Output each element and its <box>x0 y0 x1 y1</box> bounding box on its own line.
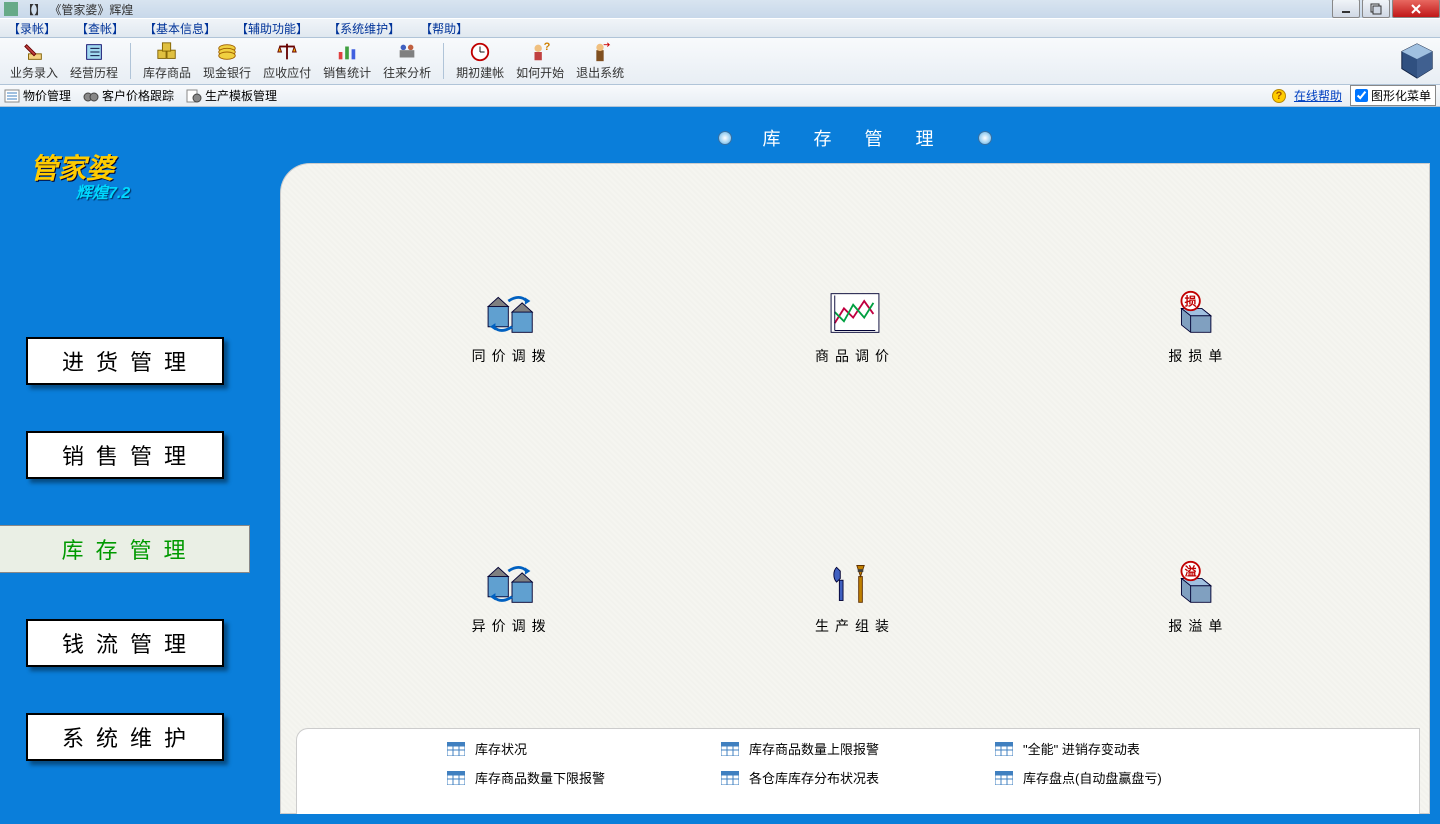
content-panel: 同价调拨 商品调价 损 报损单 异价调拨 生产组装 <box>280 163 1430 814</box>
menu-bar: 【录帐】 【查帐】 【基本信息】 【辅助功能】 【系统维护】 【帮助】 <box>0 18 1440 38</box>
menu-aux[interactable]: 【辅助功能】 <box>236 20 308 37</box>
tb-inventory[interactable]: 库存商品 <box>137 39 197 83</box>
gear-doc-icon <box>186 89 202 103</box>
brand-area: 管家婆 辉煌7.2 <box>0 107 250 187</box>
exit-icon <box>589 41 611 63</box>
cube-logo-icon <box>1398 42 1436 80</box>
brand-edition: 辉煌7.2 <box>76 179 130 203</box>
chart-icon <box>336 41 358 63</box>
sidebar-item-sales[interactable]: 销售管理 <box>26 431 224 479</box>
boxes-icon <box>156 41 178 63</box>
clock-icon <box>469 41 491 63</box>
menu-record[interactable]: 【录帐】 <box>8 20 56 37</box>
overflow-box-icon: 溢 <box>1170 560 1226 606</box>
help-icon[interactable]: ? <box>1272 89 1286 103</box>
tb-how-start[interactable]: ?如何开始 <box>510 39 570 83</box>
handshake-icon <box>396 41 418 63</box>
warehouse-swap-icon <box>484 560 540 606</box>
window-title: 【】 《管家婆》辉煌 <box>22 1 133 18</box>
tb-initial[interactable]: 期初建帐 <box>450 39 510 83</box>
tb-arap[interactable]: 应收应付 <box>257 39 317 83</box>
svg-text:?: ? <box>544 41 551 53</box>
title-bar: 【】 《管家婆》辉煌 <box>0 0 1440 18</box>
tb-contact-analysis[interactable]: 往来分析 <box>377 39 437 83</box>
grid-diff-price-transfer[interactable]: 异价调拨 <box>340 463 683 733</box>
tb2-cust-price[interactable]: 客户价格跟踪 <box>83 87 174 104</box>
grid-icon <box>995 771 1013 785</box>
scale-icon <box>276 41 298 63</box>
page-title: 库 存 管 理 <box>280 123 1430 153</box>
bottom-links-panel: 库存状况 库存商品数量上限报警 "全能" 进销存变动表 库存商品数量下限报警 各… <box>296 728 1420 814</box>
person-q-icon: ? <box>529 41 551 63</box>
grid-icon <box>447 771 465 785</box>
loss-box-icon: 损 <box>1170 290 1226 336</box>
money-icon <box>216 41 238 63</box>
binocular-icon <box>83 89 99 103</box>
warehouse-swap-icon <box>484 290 540 336</box>
main-area: 库 存 管 理 管家婆 辉煌7.2 进货管理 销售管理 库存管理 钱流管理 系统… <box>0 107 1440 824</box>
app-icon <box>4 2 18 16</box>
blink-stocktake[interactable]: 库存盘点(自动盘赢盘亏) <box>995 768 1269 787</box>
blink-lower-alarm[interactable]: 库存商品数量下限报警 <box>447 768 721 787</box>
price-chart-icon <box>827 290 883 336</box>
tb-sales-stat[interactable]: 销售统计 <box>317 39 377 83</box>
svg-text:损: 损 <box>1185 294 1197 309</box>
grid-loss[interactable]: 损 报损单 <box>1027 193 1370 463</box>
doc-icon <box>4 89 20 103</box>
action-grid: 同价调拨 商品调价 损 报损单 异价调拨 生产组装 <box>340 193 1370 733</box>
grid-icon <box>995 742 1013 756</box>
menu-help[interactable]: 【帮助】 <box>420 20 468 37</box>
tools-icon <box>827 560 883 606</box>
maximize-button[interactable] <box>1362 0 1390 18</box>
menu-sys[interactable]: 【系统维护】 <box>328 20 400 37</box>
main-toolbar: 业务录入 经营历程 库存商品 现金银行 应收应付 销售统计 往来分析 期初建帐 … <box>0 38 1440 85</box>
grid-production[interactable]: 生产组装 <box>683 463 1026 733</box>
grid-icon <box>721 771 739 785</box>
book-icon <box>83 41 105 63</box>
minimize-button[interactable] <box>1332 0 1360 18</box>
grid-icon <box>721 742 739 756</box>
close-button[interactable] <box>1392 0 1440 18</box>
menu-basic[interactable]: 【基本信息】 <box>144 20 216 37</box>
sidebar-item-sysmaint[interactable]: 系统维护 <box>26 713 224 761</box>
menu-query[interactable]: 【查帐】 <box>76 20 124 37</box>
window-controls <box>1330 0 1440 18</box>
grid-icon <box>447 742 465 756</box>
sidebar: 管家婆 辉煌7.2 进货管理 销售管理 库存管理 钱流管理 系统维护 <box>0 107 250 824</box>
tb-biz-entry[interactable]: 业务录入 <box>4 39 64 83</box>
grid-overflow[interactable]: 溢 报溢单 <box>1027 463 1370 733</box>
online-help-link[interactable]: 在线帮助 <box>1294 87 1342 104</box>
tb-history[interactable]: 经营历程 <box>64 39 124 83</box>
blink-upper-alarm[interactable]: 库存商品数量上限报警 <box>721 739 995 758</box>
grid-same-price-transfer[interactable]: 同价调拨 <box>340 193 683 463</box>
sidebar-item-purchase[interactable]: 进货管理 <box>26 337 224 385</box>
sidebar-item-cashflow[interactable]: 钱流管理 <box>26 619 224 667</box>
tb-cash[interactable]: 现金银行 <box>197 39 257 83</box>
tb2-price[interactable]: 物价管理 <box>4 87 71 104</box>
svg-text:溢: 溢 <box>1185 564 1197 579</box>
secondary-toolbar: 物价管理 客户价格跟踪 生产模板管理 ? 在线帮助 图形化菜单 <box>0 85 1440 107</box>
tb-exit[interactable]: 退出系统 <box>570 39 630 83</box>
tb2-template[interactable]: 生产模板管理 <box>186 87 277 104</box>
grid-price-adjust[interactable]: 商品调价 <box>683 193 1026 463</box>
blink-dist[interactable]: 各仓库库存分布状况表 <box>721 768 995 787</box>
gfx-menu-checkbox[interactable]: 图形化菜单 <box>1350 85 1436 106</box>
sidebar-item-inventory[interactable]: 库存管理 <box>0 525 250 573</box>
pen-hand-icon <box>23 41 45 63</box>
blink-all-change[interactable]: "全能" 进销存变动表 <box>995 739 1269 758</box>
blink-inv-status[interactable]: 库存状况 <box>447 739 721 758</box>
